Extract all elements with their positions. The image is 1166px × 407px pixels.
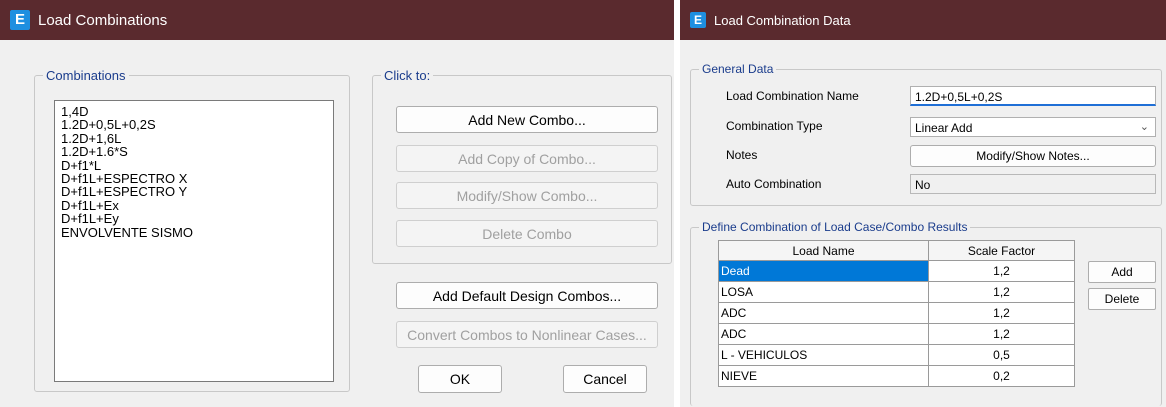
- load-name-cell[interactable]: Dead: [718, 260, 929, 282]
- chevron-down-icon: ⌄: [1139, 121, 1149, 133]
- table-row[interactable]: LOSA 1,2: [718, 281, 1075, 303]
- title-bar: E Load Combination Data: [680, 0, 1166, 40]
- scale-factor-cell[interactable]: 0,2: [928, 365, 1075, 387]
- list-item[interactable]: D+f1L+Ey: [61, 212, 327, 226]
- add-copy-combo-button[interactable]: Add Copy of Combo...: [396, 145, 658, 172]
- combinations-group-label: Combinations: [46, 68, 126, 83]
- load-name-cell[interactable]: L - VEHICULOS: [718, 344, 929, 366]
- scale-factor-cell[interactable]: 1,2: [928, 281, 1075, 303]
- convert-combos-button[interactable]: Convert Combos to Nonlinear Cases...: [396, 321, 658, 348]
- scale-factor-cell[interactable]: 1,2: [928, 260, 1075, 282]
- scale-factor-cell[interactable]: 1,2: [928, 302, 1075, 324]
- scale-factor-cell[interactable]: 1,2: [928, 323, 1075, 345]
- combination-type-label: Combination Type: [726, 119, 823, 133]
- table-row[interactable]: NIEVE 0,2: [718, 365, 1075, 387]
- combinations-list[interactable]: 1,4D 1.2D+0,5L+0,2S 1.2D+1,6L 1.2D+1.6*S…: [54, 100, 334, 382]
- table-row[interactable]: L - VEHICULOS 0,5: [718, 344, 1075, 366]
- load-combination-data-window: E Load Combination Data General Data Loa…: [680, 0, 1166, 407]
- window-title: Load Combination Data: [714, 12, 851, 28]
- ok-button[interactable]: OK: [418, 365, 502, 393]
- list-item[interactable]: D+f1L+ESPECTRO Y: [61, 185, 327, 199]
- combination-type-value: Linear Add: [915, 121, 973, 135]
- cancel-button[interactable]: Cancel: [563, 365, 647, 393]
- modify-show-combo-button[interactable]: Modify/Show Combo...: [396, 182, 658, 209]
- list-item[interactable]: ENVOLVENTE SISMO: [61, 225, 327, 239]
- delete-combo-button[interactable]: Delete Combo: [396, 220, 658, 247]
- app-icon: E: [10, 10, 30, 30]
- click-to-group-label: Click to:: [384, 68, 431, 83]
- column-header-scale-factor: Scale Factor: [928, 240, 1075, 261]
- load-name-cell[interactable]: LOSA: [718, 281, 929, 303]
- add-button[interactable]: Add: [1088, 261, 1156, 283]
- list-item[interactable]: D+f1L+ESPECTRO X: [61, 172, 327, 186]
- window-title: Load Combinations: [38, 11, 168, 29]
- add-default-design-combos-button[interactable]: Add Default Design Combos...: [396, 282, 658, 309]
- auto-combination-label: Auto Combination: [726, 177, 822, 191]
- title-bar: E Load Combinations: [0, 0, 674, 40]
- list-item[interactable]: 1.2D+1,6L: [61, 131, 327, 145]
- load-name-cell[interactable]: NIEVE: [718, 365, 929, 387]
- load-cases-table: Load Name Scale Factor Dead 1,2 LOSA 1,2…: [718, 240, 1075, 387]
- define-combination-label: Define Combination of Load Case/Combo Re…: [702, 220, 968, 234]
- auto-combination-value: No: [910, 174, 1156, 194]
- combination-name-input[interactable]: 1.2D+0,5L+0,2S: [910, 86, 1156, 106]
- add-new-combo-button[interactable]: Add New Combo...: [396, 106, 658, 133]
- delete-button[interactable]: Delete: [1088, 288, 1156, 310]
- notes-label: Notes: [726, 148, 758, 162]
- general-data-label: General Data: [702, 62, 774, 76]
- app-icon: E: [690, 12, 706, 28]
- name-label: Load Combination Name: [726, 89, 859, 103]
- list-item[interactable]: D+f1*L: [61, 158, 327, 172]
- table-row[interactable]: ADC 1,2: [718, 323, 1075, 345]
- list-item[interactable]: 1.2D+1.6*S: [61, 145, 327, 159]
- table-row[interactable]: Dead 1,2: [718, 260, 1075, 282]
- column-header-load-name: Load Name: [718, 240, 929, 261]
- table-row[interactable]: ADC 1,2: [718, 302, 1075, 324]
- scale-factor-cell[interactable]: 0,5: [928, 344, 1075, 366]
- modify-show-notes-button[interactable]: Modify/Show Notes...: [910, 145, 1156, 167]
- load-name-cell[interactable]: ADC: [718, 323, 929, 345]
- load-name-cell[interactable]: ADC: [718, 302, 929, 324]
- load-combinations-window: E Load Combinations Combinations 1,4D 1.…: [0, 0, 674, 407]
- combination-type-select[interactable]: Linear Add ⌄: [910, 117, 1156, 137]
- list-item[interactable]: D+f1L+Ex: [61, 198, 327, 212]
- list-item[interactable]: 1.2D+0,5L+0,2S: [61, 118, 327, 132]
- list-item[interactable]: 1,4D: [61, 105, 327, 119]
